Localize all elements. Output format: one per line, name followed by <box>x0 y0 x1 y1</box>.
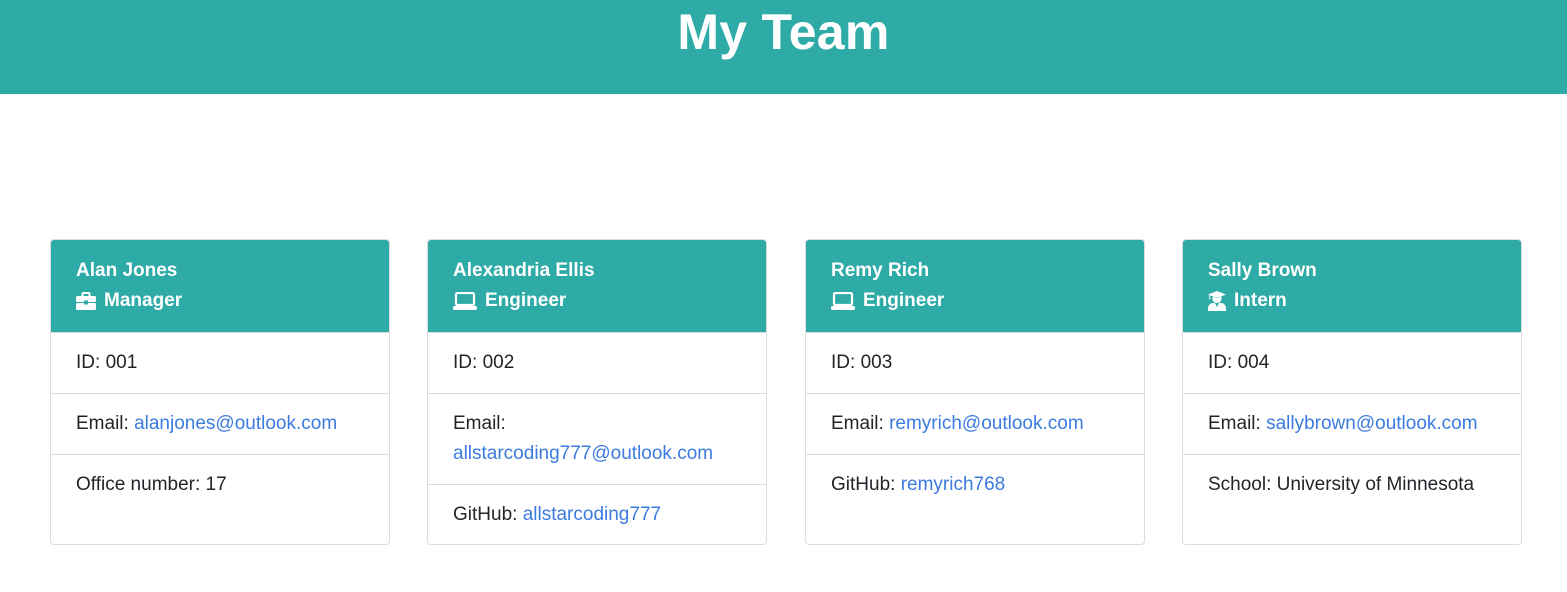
employee-name: Remy Rich <box>831 260 930 281</box>
github-label: GitHub: <box>453 504 523 525</box>
employee-card-engineer: Remy Rich Engineer ID: 003 Email: remyri… <box>805 239 1145 545</box>
id-label: ID: <box>76 352 106 373</box>
office-number-row: Office number: 17 <box>51 454 389 515</box>
email-link[interactable]: allstarcoding777@outlook.com <box>453 443 713 464</box>
github-row: GitHub: allstarcoding777 <box>428 484 766 544</box>
role-label: Engineer <box>863 290 945 311</box>
email-link[interactable]: remyrich@outlook.com <box>889 413 1084 434</box>
id-value: 003 <box>860 352 893 373</box>
briefcase-icon <box>76 292 96 310</box>
employee-role: Engineer <box>453 289 741 313</box>
office-value: 17 <box>205 474 227 495</box>
employee-role: Intern <box>1208 289 1496 313</box>
id-label: ID: <box>1208 352 1238 373</box>
employee-name: Alan Jones <box>76 260 178 281</box>
id-label: ID: <box>453 352 483 373</box>
github-label: GitHub: <box>831 474 901 495</box>
office-label: Office number: <box>76 474 206 495</box>
school-value: University of Minnesota <box>1276 474 1475 495</box>
employee-card-intern: Sally Brown Intern ID: 004 Email: sallyb… <box>1182 239 1522 545</box>
github-link[interactable]: remyrich768 <box>901 474 1006 495</box>
employee-id-row: ID: 001 <box>51 332 389 393</box>
email-link[interactable]: sallybrown@outlook.com <box>1266 413 1478 434</box>
id-label: ID: <box>831 352 861 373</box>
email-label: Email: <box>831 413 890 434</box>
email-label: Email: <box>1208 413 1267 434</box>
github-row: GitHub: remyrich768 <box>806 454 1144 515</box>
employee-id-row: ID: 002 <box>428 332 766 393</box>
id-value: 004 <box>1237 352 1270 373</box>
laptop-icon <box>831 292 855 310</box>
employee-email-row: Email: sallybrown@outlook.com <box>1183 393 1521 454</box>
school-row: School: University of Minnesota <box>1183 454 1521 515</box>
role-label: Engineer <box>485 290 567 311</box>
page-title: My Team <box>677 4 890 60</box>
graduate-icon <box>1208 291 1226 311</box>
employee-email-row: Email: alanjones@outlook.com <box>51 393 389 454</box>
email-link[interactable]: alanjones@outlook.com <box>134 413 337 434</box>
github-link[interactable]: allstarcoding777 <box>523 504 661 525</box>
school-label: School: <box>1208 474 1277 495</box>
employee-card-manager: Alan Jones Manager ID: 001 Email: alanjo… <box>50 239 390 545</box>
id-value: 001 <box>105 352 138 373</box>
role-label: Intern <box>1234 290 1287 311</box>
card-header: Alexandria Ellis Engineer <box>428 240 766 332</box>
email-label: Email: <box>453 413 506 434</box>
employee-role: Manager <box>76 289 364 313</box>
employee-email-row: Email: allstarcoding777@outlook.com <box>428 393 766 484</box>
employee-role: Engineer <box>831 289 1119 313</box>
employee-email-row: Email: remyrich@outlook.com <box>806 393 1144 454</box>
employee-id-row: ID: 003 <box>806 332 1144 393</box>
employee-card-engineer: Alexandria Ellis Engineer ID: 002 Email:… <box>427 239 767 545</box>
id-value: 002 <box>482 352 515 373</box>
laptop-icon <box>453 292 477 310</box>
employee-id-row: ID: 004 <box>1183 332 1521 393</box>
page-header: My Team <box>0 0 1567 94</box>
employee-name: Sally Brown <box>1208 260 1317 281</box>
email-label: Email: <box>76 413 135 434</box>
card-header: Remy Rich Engineer <box>806 240 1144 332</box>
card-header: Alan Jones Manager <box>51 240 389 332</box>
role-label: Manager <box>104 290 183 311</box>
card-header: Sally Brown Intern <box>1183 240 1521 332</box>
employee-name: Alexandria Ellis <box>453 260 595 281</box>
